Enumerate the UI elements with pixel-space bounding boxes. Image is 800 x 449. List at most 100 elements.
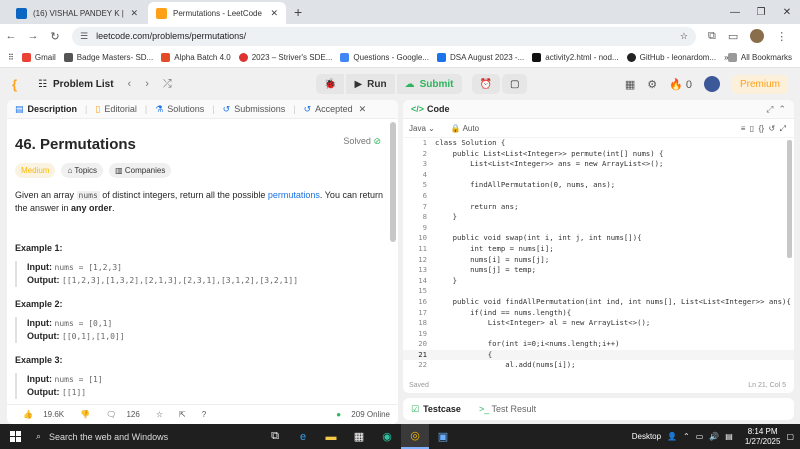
problem-list-button[interactable]: ☷ Problem List bbox=[38, 79, 114, 90]
task-view-icon[interactable]: ⧉ bbox=[261, 424, 289, 449]
tab-testcase[interactable]: ☑ Testcase bbox=[411, 404, 461, 415]
code-line[interactable]: 7 return ans; bbox=[403, 202, 794, 213]
code-line[interactable]: 22 al.add(nums[i]); bbox=[403, 360, 794, 371]
editor-scrollbar[interactable] bbox=[787, 140, 792, 258]
remote-desktop-icon[interactable]: ▣ bbox=[429, 424, 457, 449]
sidepanel-icon[interactable]: ▭ bbox=[728, 30, 738, 43]
close-tab-icon[interactable]: ✕ bbox=[130, 8, 138, 19]
settings-icon[interactable]: ⚙ bbox=[647, 78, 657, 91]
topics-chip[interactable]: ⌂ Topics bbox=[61, 163, 104, 178]
bookmark-item[interactable]: Alpha Batch 4.0 bbox=[161, 53, 231, 62]
favorite-button[interactable]: ☆ bbox=[148, 410, 163, 419]
like-button[interactable]: 👍 19.6K bbox=[15, 410, 64, 419]
bookmark-star-icon[interactable]: ☆ bbox=[680, 31, 688, 42]
close-tab-icon[interactable]: ✕ bbox=[270, 8, 278, 19]
chrome-icon[interactable]: ◎ bbox=[401, 424, 429, 449]
desktop-label[interactable]: Desktop bbox=[632, 432, 661, 441]
close-window-icon[interactable]: ✕ bbox=[774, 7, 800, 18]
new-tab-button[interactable]: + bbox=[294, 4, 302, 20]
submit-button[interactable]: ☁ Submit bbox=[396, 74, 462, 94]
code-line[interactable]: 1 class Solution { bbox=[403, 138, 794, 149]
bookmark-item[interactable]: DSA August 2023 -... bbox=[436, 53, 524, 62]
code-line[interactable]: 4 bbox=[403, 170, 794, 181]
tab-submissions[interactable]: ↺ Submissions bbox=[223, 104, 286, 115]
browser-tab-leetcode[interactable]: Permutations - LeetCode ✕ bbox=[148, 2, 286, 24]
bookmark-item[interactable]: Badge Masters- SD... bbox=[63, 53, 153, 62]
profile-avatar[interactable] bbox=[750, 29, 765, 43]
code-line[interactable]: 8 } bbox=[403, 212, 794, 223]
leetcode-logo[interactable]: { bbox=[12, 77, 24, 92]
code-line[interactable]: 18 List<Integer> al = new ArrayList<>(); bbox=[403, 318, 794, 329]
help-button[interactable]: ? bbox=[194, 410, 206, 419]
editor-tools[interactable]: ≡ ▯ {} ↺ ⤢ bbox=[741, 124, 786, 134]
edge-icon[interactable]: e bbox=[289, 424, 317, 449]
layout-icon[interactable]: ▦ bbox=[625, 78, 635, 91]
tab-editorial[interactable]: ▯ Editorial bbox=[95, 104, 136, 115]
tab-accepted[interactable]: ↺ Accepted ✕ bbox=[304, 104, 367, 115]
url-input[interactable]: ☰ leetcode.com/problems/permutations/ ☆ bbox=[72, 26, 696, 46]
network-icon[interactable]: ▭ bbox=[696, 432, 704, 441]
site-info-icon[interactable]: ☰ bbox=[80, 31, 88, 42]
tab-description[interactable]: ▤ Description bbox=[15, 104, 77, 115]
notes-button[interactable]: ▢ bbox=[501, 74, 528, 94]
tab-test-result[interactable]: >_ Test Result bbox=[479, 404, 536, 414]
debug-button[interactable]: 🐞 bbox=[316, 74, 345, 94]
companies-chip[interactable]: ▥ Companies bbox=[109, 163, 172, 178]
bookmark-item[interactable]: activity2.html - nod... bbox=[532, 53, 619, 62]
all-bookmarks[interactable]: All Bookmarks bbox=[727, 53, 792, 62]
code-line[interactable]: 19 bbox=[403, 329, 794, 340]
bookmark-item[interactable]: Gmail bbox=[21, 53, 56, 62]
code-line[interactable]: 20 for(int i=0;i<nums.length;i++) bbox=[403, 339, 794, 350]
code-line[interactable]: 9 bbox=[403, 223, 794, 234]
timer-button[interactable]: ⏰ bbox=[471, 74, 500, 94]
code-editor[interactable]: 1 class Solution {2 public List<List<Inte… bbox=[403, 138, 794, 371]
share-button[interactable]: ⇱ bbox=[171, 410, 186, 419]
code-line[interactable]: 2 public List<List<Integer>> permute(int… bbox=[403, 149, 794, 160]
scrollbar[interactable] bbox=[390, 122, 396, 242]
windows-start-icon[interactable] bbox=[10, 430, 22, 443]
bookmark-item[interactable]: Questions - Google... bbox=[340, 53, 429, 62]
code-line[interactable]: 10 public void swap(int i, int j, int nu… bbox=[403, 233, 794, 244]
edge-icon[interactable]: ◉ bbox=[373, 424, 401, 449]
store-icon[interactable]: ▦ bbox=[345, 424, 373, 449]
volume-icon[interactable]: 🔊 bbox=[709, 432, 719, 441]
tab-solutions[interactable]: ⚗ Solutions bbox=[155, 104, 204, 115]
code-line[interactable]: 13 nums[j] = temp; bbox=[403, 265, 794, 276]
streak-counter[interactable]: 🔥 0 bbox=[669, 78, 692, 91]
next-problem-icon[interactable]: › bbox=[145, 78, 149, 90]
browser-tab-linkedin[interactable]: (16) VISHAL PANDEY K | Linked ✕ bbox=[8, 2, 146, 24]
taskbar-search[interactable]: ⌕ Search the web and Windows bbox=[36, 431, 236, 442]
comments-button[interactable]: 🗨 126 bbox=[98, 410, 140, 419]
extensions-icon[interactable]: ⧉ bbox=[708, 30, 716, 43]
expand-collapse-icons[interactable]: ⤢ ⌃ bbox=[766, 104, 786, 115]
chevron-up-icon[interactable]: ⌃ bbox=[683, 432, 690, 441]
code-line[interactable]: 15 bbox=[403, 286, 794, 297]
forward-icon[interactable]: → bbox=[22, 30, 44, 42]
prev-problem-icon[interactable]: ‹ bbox=[128, 78, 132, 90]
file-explorer-icon[interactable]: ▬ bbox=[317, 424, 345, 449]
premium-button[interactable]: Premium bbox=[731, 74, 788, 94]
code-line[interactable]: 16 public void findAllPermutation(int in… bbox=[403, 297, 794, 308]
auto-mode[interactable]: 🔒 Auto bbox=[451, 124, 479, 133]
ime-icon[interactable]: ▤ bbox=[725, 432, 733, 441]
apps-icon[interactable]: ⠿ bbox=[8, 53, 14, 62]
people-icon[interactable]: 👤 bbox=[667, 432, 677, 441]
code-line[interactable]: 5 findAllPermutation(0, nums, ans); bbox=[403, 180, 794, 191]
back-icon[interactable]: ← bbox=[0, 30, 22, 42]
code-line[interactable]: 21 { bbox=[403, 349, 794, 361]
code-line[interactable]: 12 nums[i] = nums[j]; bbox=[403, 255, 794, 266]
permutations-link[interactable]: permutations bbox=[268, 190, 320, 200]
close-tab-icon[interactable]: ✕ bbox=[359, 104, 367, 115]
code-line[interactable]: 3 List<List<Integer>> ans = new ArrayLis… bbox=[403, 159, 794, 170]
code-line[interactable]: 11 int temp = nums[i]; bbox=[403, 244, 794, 255]
language-select[interactable]: Java ⌄ bbox=[409, 124, 435, 133]
bookmark-item[interactable]: 2023 – Striver's SDE... bbox=[238, 53, 332, 62]
run-button[interactable]: ▶ Run bbox=[346, 74, 395, 94]
dislike-button[interactable]: 👎 bbox=[72, 410, 90, 419]
user-avatar[interactable] bbox=[703, 76, 720, 92]
notifications-icon[interactable]: ▢ bbox=[786, 432, 794, 441]
code-line[interactable]: 17 if(ind == nums.length){ bbox=[403, 308, 794, 319]
maximize-icon[interactable]: ❐ bbox=[748, 7, 774, 18]
shuffle-icon[interactable]: ⤮ bbox=[163, 78, 172, 91]
clock[interactable]: 8:14 PM 1/27/2025 bbox=[739, 427, 781, 447]
